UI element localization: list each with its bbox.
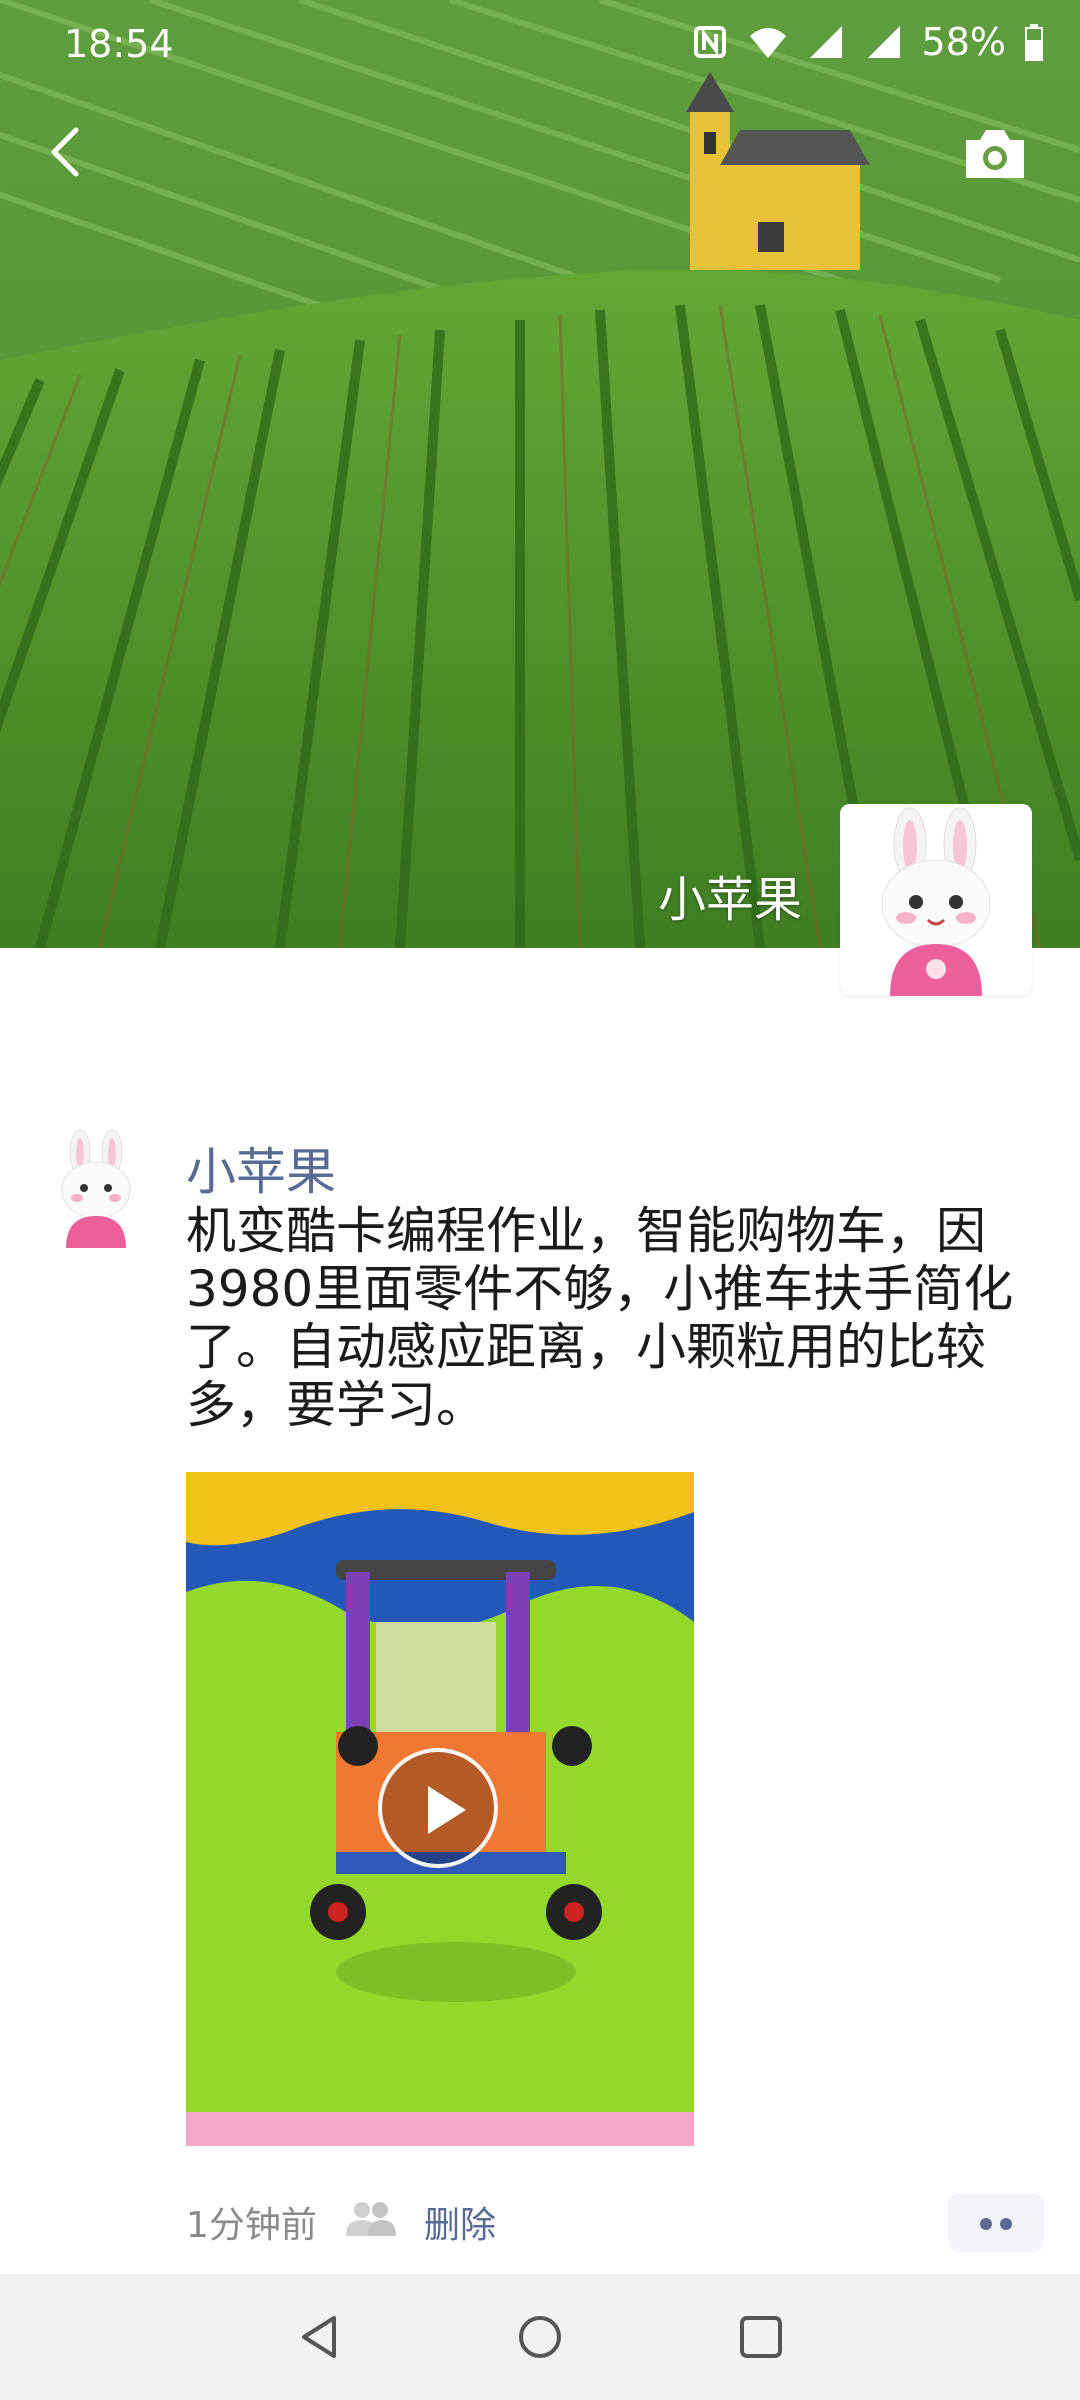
nfc-icon [693,26,726,58]
recents-square-icon[interactable] [736,2312,786,2362]
more-dots-icon [1000,2218,1012,2230]
status-bar: 18:54 58% [0,0,1080,92]
play-icon [428,1786,466,1834]
wifi-icon [749,28,786,58]
post-video-thumbnail[interactable] [186,1472,694,2146]
post-text: 机变酷卡编程作业，智能购物车，因3980里面零件不够，小推车扶手简化了。自动感应… [186,1202,1014,1434]
profile-name[interactable]: 小苹果 [658,860,802,930]
more-dots-icon [980,2218,992,2230]
friends-icon[interactable] [344,2198,398,2238]
camera-icon[interactable] [960,124,1030,184]
battery-icon [1025,24,1043,61]
delete-button[interactable]: 删除 [424,2196,496,2248]
status-time: 18:54 [64,22,174,66]
back-chevron-icon[interactable] [36,120,100,184]
status-icons: 58% [690,20,1044,64]
signal-icon [867,26,900,58]
bunny-avatar-image [840,804,1032,996]
post-author-name[interactable]: 小苹果 [186,1132,336,1204]
battery-percent: 58% [921,20,1006,64]
post-author-avatar[interactable] [36,1128,156,1248]
post-time: 1分钟前 [186,2205,317,2246]
play-button[interactable] [378,1748,498,1868]
profile-avatar[interactable] [840,804,1032,996]
signal-icon [809,26,842,58]
home-circle-icon[interactable] [515,2312,565,2362]
more-button[interactable] [948,2194,1044,2252]
back-triangle-icon[interactable] [296,2312,346,2362]
system-nav-bar [0,2274,1080,2400]
